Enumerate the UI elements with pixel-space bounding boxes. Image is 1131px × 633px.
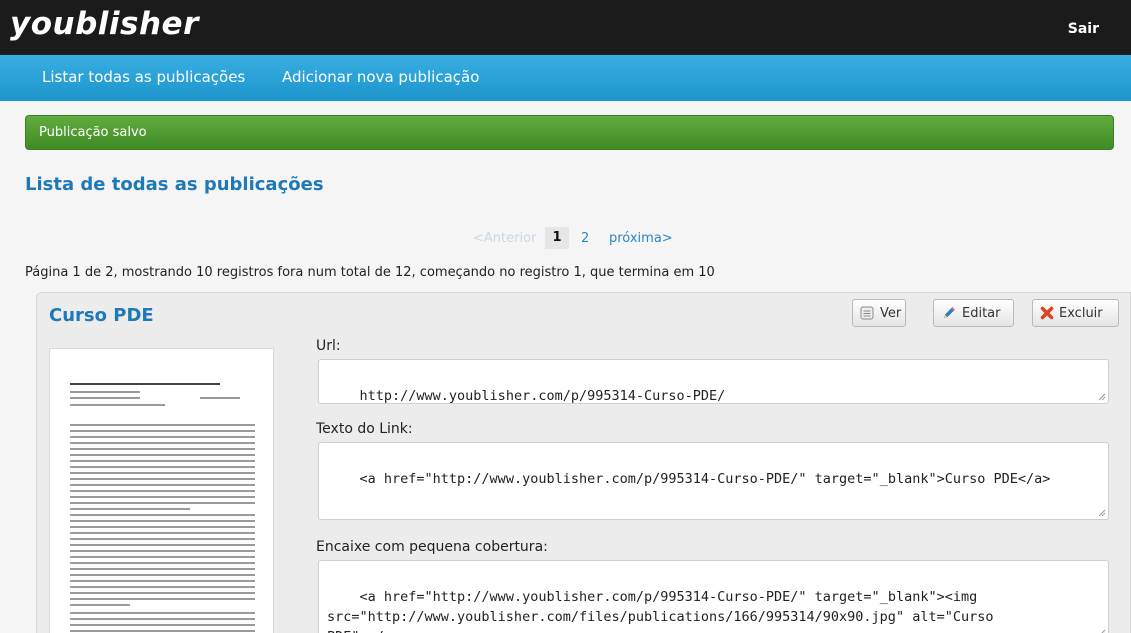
view-button-label: Ver (880, 306, 902, 321)
link-text-field[interactable]: <a href="http://www.youblisher.com/p/995… (318, 442, 1109, 520)
edit-button[interactable]: Editar (933, 299, 1014, 327)
x-icon (1040, 306, 1054, 320)
success-flash: Publicação salvo (25, 115, 1114, 150)
document-icon (860, 306, 874, 320)
url-field[interactable]: http://www.youblisher.com/p/995314-Curso… (318, 359, 1109, 404)
publication-thumbnail[interactable] (49, 348, 274, 633)
embed-value: <a href="http://www.youblisher.com/p/995… (327, 589, 994, 633)
delete-button[interactable]: Excluir (1032, 299, 1119, 327)
pager-current: 1 (545, 227, 569, 249)
page-title: Lista de todas as publicações (25, 174, 324, 195)
url-label: Url: (316, 338, 341, 354)
link-text-label: Texto do Link: (316, 421, 413, 437)
view-button[interactable]: Ver (852, 299, 906, 327)
logo[interactable]: youblisher (10, 6, 199, 42)
pager-next[interactable]: próxima> (609, 231, 673, 251)
resize-handle-icon[interactable] (1098, 629, 1106, 633)
flash-message: Publicação salvo (39, 125, 147, 140)
pager-page-2[interactable]: 2 (581, 231, 589, 251)
nav-list-all[interactable]: Listar todas as publicações (42, 68, 245, 86)
pencil-icon (944, 307, 955, 318)
delete-button-label: Excluir (1059, 306, 1103, 321)
embed-field[interactable]: <a href="http://www.youblisher.com/p/995… (318, 560, 1109, 633)
publication-title[interactable]: Curso PDE (49, 305, 154, 326)
logout-link[interactable]: Sair (1068, 21, 1099, 37)
top-bar: youblisher Sair (0, 0, 1131, 55)
publication-card: Curso PDE Ver Editar Excluir Url: http:/… (36, 292, 1131, 633)
resize-handle-icon[interactable] (1098, 509, 1106, 517)
url-field-value: http://www.youblisher.com/p/995314-Curso… (359, 388, 726, 404)
pager-prev: <Anterior (473, 231, 537, 246)
nav-add-new[interactable]: Adicionar nova publicação (282, 68, 479, 86)
link-text-value: <a href="http://www.youblisher.com/p/995… (359, 471, 1051, 487)
resize-handle-icon[interactable] (1098, 393, 1106, 401)
edit-button-label: Editar (962, 306, 1001, 321)
embed-label: Encaixe com pequena cobertura: (316, 539, 548, 555)
pagination-summary: Página 1 de 2, mostrando 10 registros fo… (25, 265, 715, 280)
nav-bar: Listar todas as publicações Adicionar no… (0, 55, 1131, 101)
